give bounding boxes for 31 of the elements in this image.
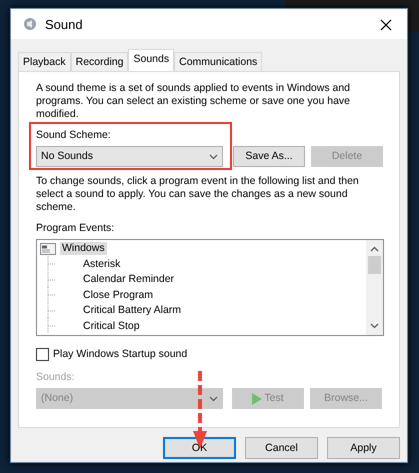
tab[interactable]: Recording (70, 52, 128, 71)
play-icon (252, 392, 262, 404)
button[interactable]: OK (163, 437, 236, 459)
field-label: Program Events: (36, 222, 116, 235)
list-item[interactable]: Windows (60, 242, 107, 256)
field-label: Sound Scheme: (36, 129, 112, 142)
scroll-down-icon[interactable] (370, 323, 379, 329)
speaker-icon (23, 17, 37, 31)
description-text: A sound theme is a set of sounds applied to events in Windows and programs. You can select an existing scheme or save one you have modified. (36, 82, 352, 121)
scroll-up-icon[interactable] (370, 246, 379, 252)
field-label: Sounds: (36, 371, 76, 384)
list-item[interactable]: Critical Battery Alarm (81, 304, 184, 318)
button[interactable]: Cancel (245, 437, 318, 459)
window-title: Sound (45, 18, 83, 30)
tab[interactable]: Sounds (128, 49, 174, 71)
window-icon (40, 242, 56, 255)
scroll-thumb[interactable] (368, 256, 381, 274)
list-item[interactable]: Critical Stop (81, 320, 142, 333)
close-icon (380, 18, 392, 31)
scheme-dropdown[interactable]: No Sounds (36, 146, 223, 167)
list-item[interactable]: Asterisk (81, 258, 122, 271)
button[interactable]: Apply (327, 437, 400, 459)
list-item[interactable]: Calendar Reminder (81, 273, 176, 286)
button[interactable]: Save As... (233, 146, 305, 167)
instructions-text: To change sounds, click a program event in the following list and then select a sound to apply. You can save the changes as a new sound scheme. (36, 175, 360, 214)
tab[interactable]: Playback (18, 52, 71, 71)
checkbox[interactable] (36, 348, 49, 361)
checkbox-label[interactable]: Play Windows Startup sound (53, 348, 188, 361)
tab[interactable]: Communications (174, 52, 262, 71)
scrollbar[interactable] (366, 240, 383, 335)
list-item[interactable]: Close Program (81, 288, 156, 302)
